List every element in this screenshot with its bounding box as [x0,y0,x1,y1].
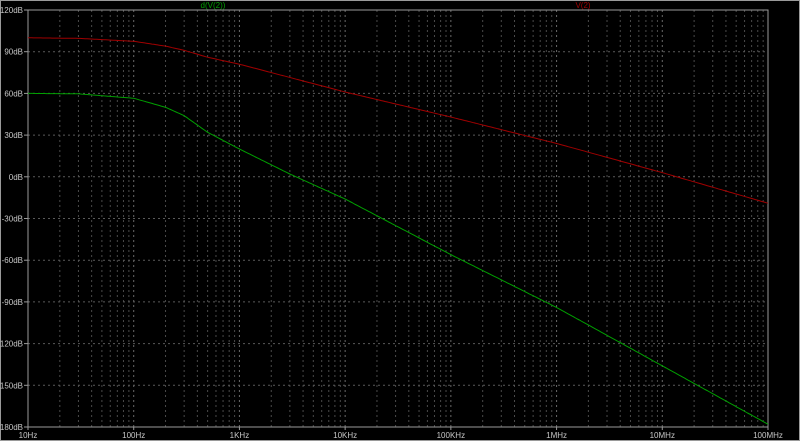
x-tick-label: 100MHz [753,431,783,440]
y-tick-label: 30dB [4,131,23,140]
legend-entry: d(V(2)) [201,1,226,10]
y-tick-label: 0dB [9,173,23,182]
x-tick-label: 10Hz [19,431,38,440]
x-tick-label: 100KHz [437,431,465,440]
y-tick-label: 90dB [4,48,23,57]
y-tick-label: -120dB [0,340,23,349]
x-tick-label: 10KHz [333,431,357,440]
x-tick-label: 10MHz [650,431,675,440]
x-tick-label: 1MHz [546,431,567,440]
grid [28,10,768,427]
y-tick-label: -60dB [2,256,23,265]
y-tick-label: -150dB [0,381,23,390]
y-tick-label: 120dB [0,6,23,15]
y-tick-label: -30dB [2,215,23,224]
x-tick-label: 1KHz [230,431,250,440]
y-tick-label: -90dB [2,298,23,307]
x-tick-label: 100Hz [122,431,145,440]
legend: d(V(2)) V(2) [201,1,591,10]
y-tick-label: 60dB [4,89,23,98]
legend-entry: V(2) [575,1,590,10]
series-line-dv2 [28,92,769,425]
bode-plot: 120dB 90dB 60dB 30dB 0dB -30dB -60dB -90dB -120d… [0,1,783,440]
